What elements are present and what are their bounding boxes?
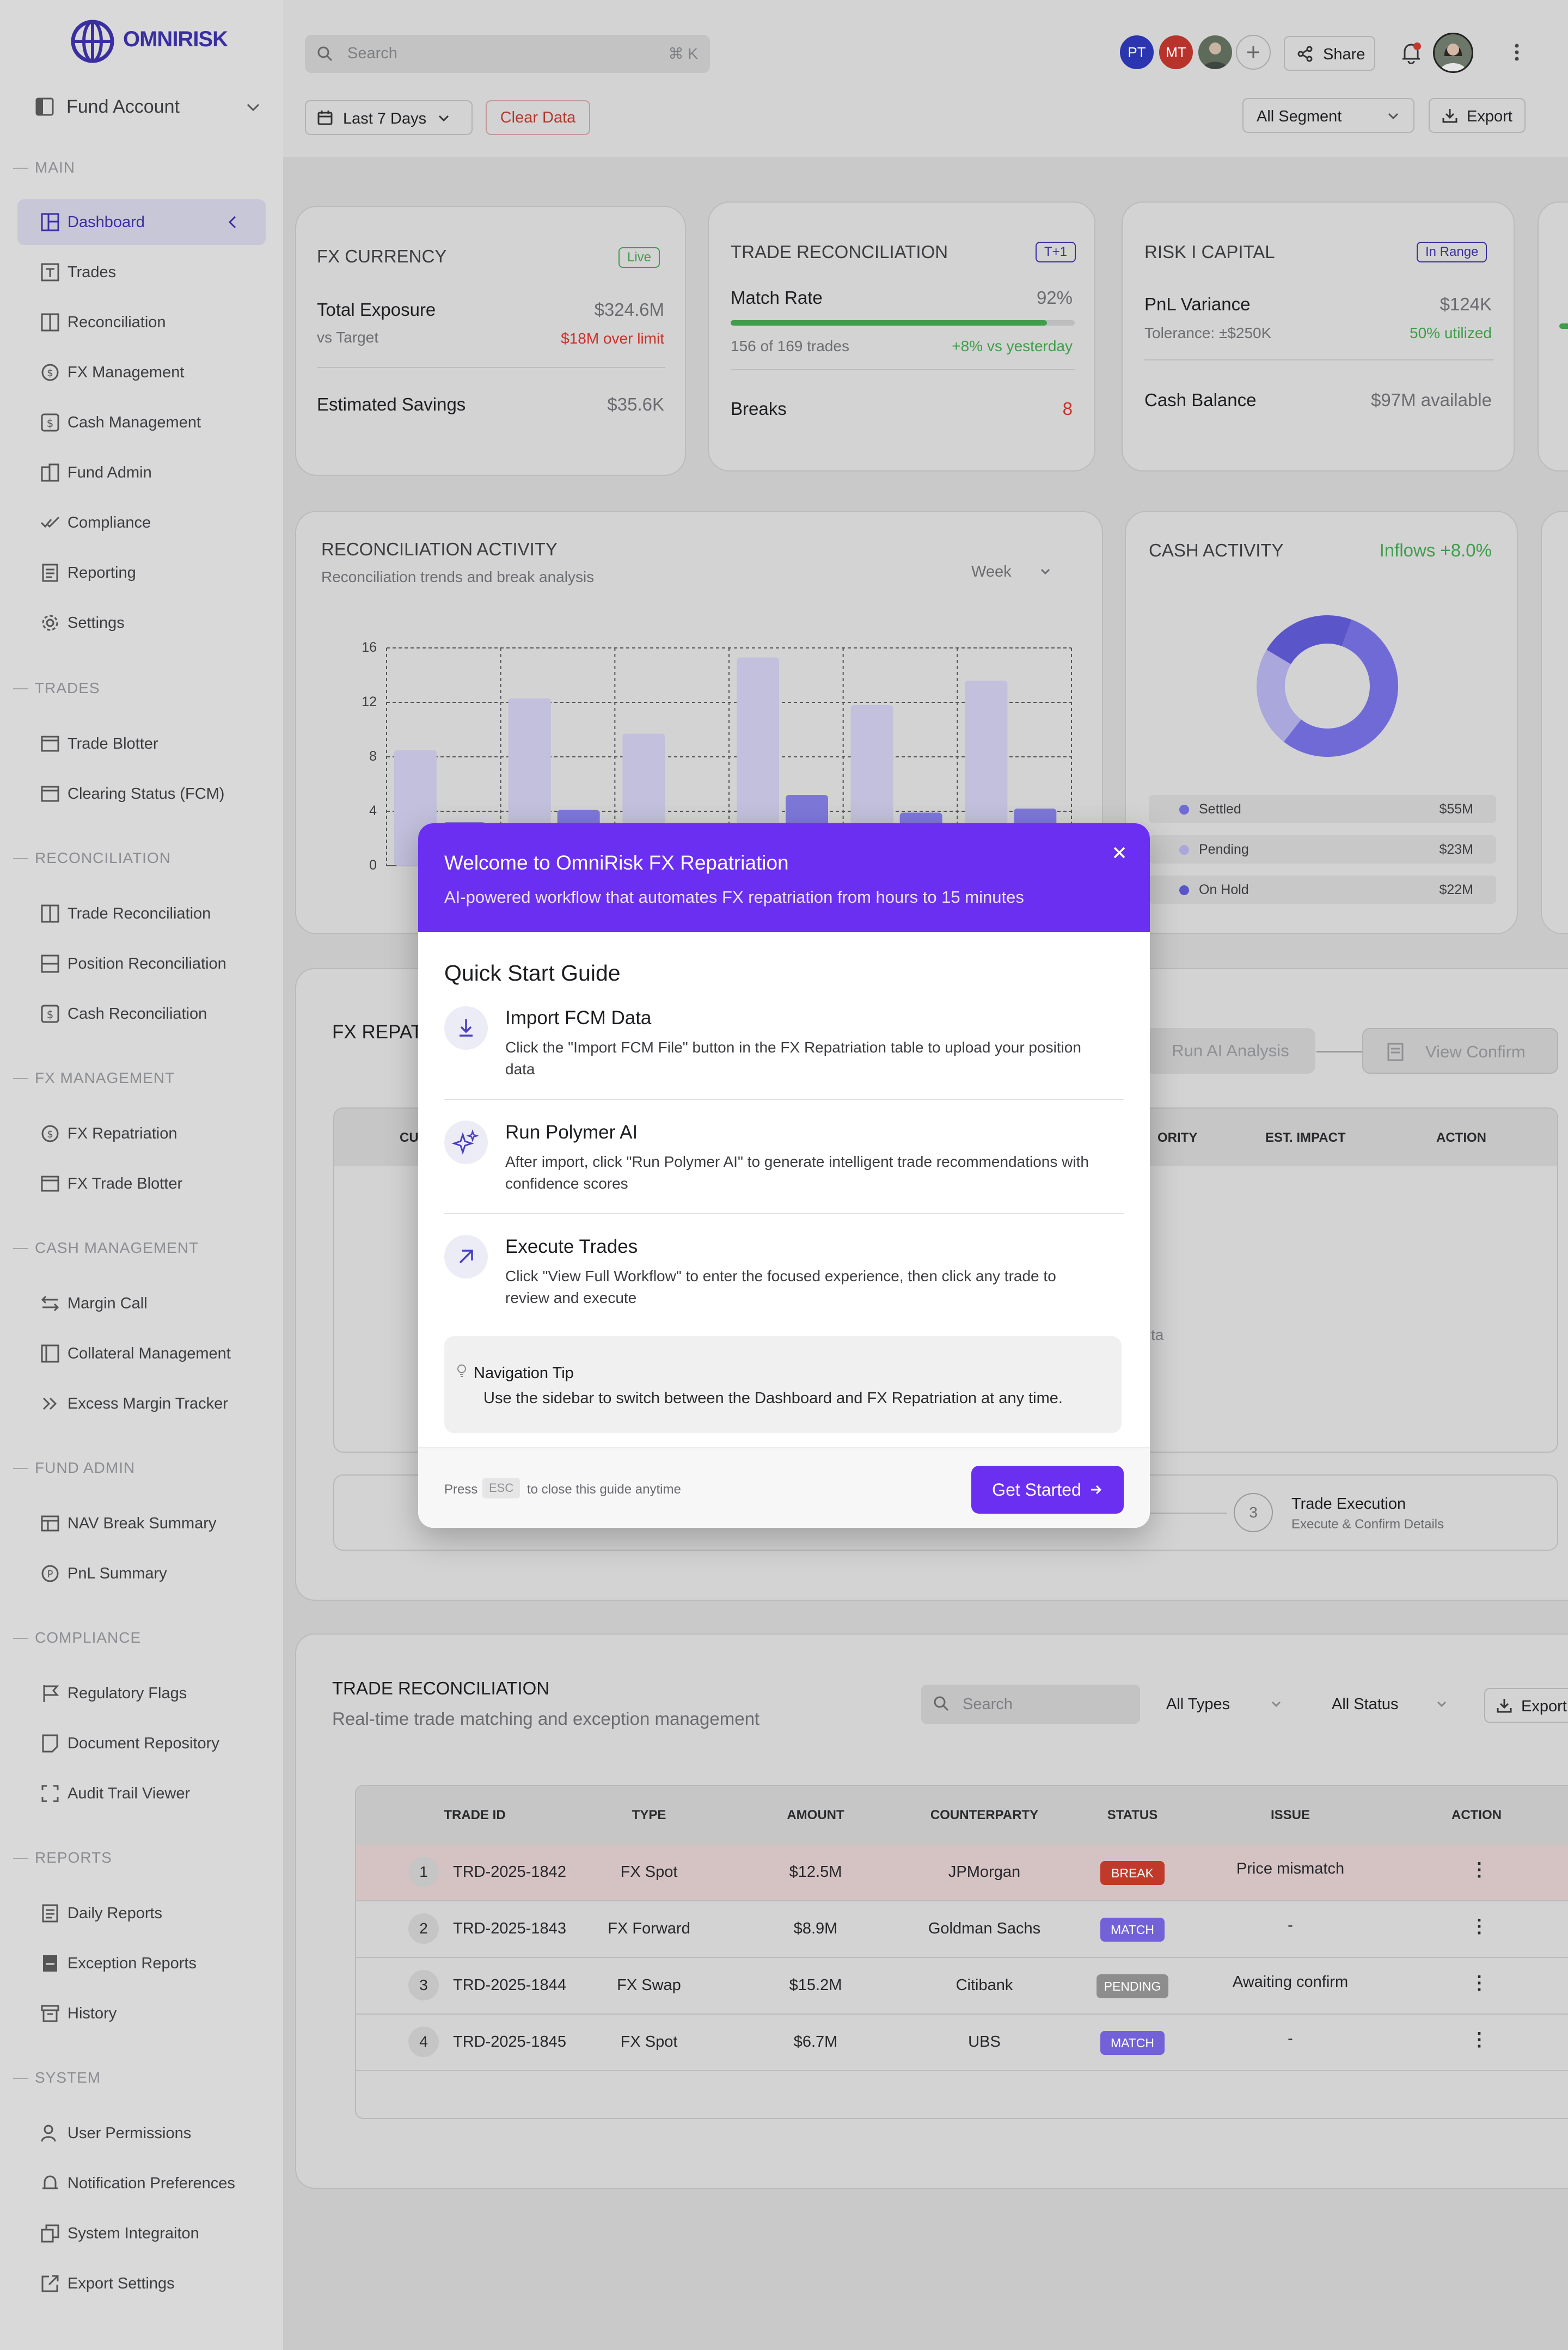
download-icon (444, 1006, 488, 1050)
divider (444, 1099, 1124, 1100)
divider (444, 1213, 1124, 1214)
get-started-label: Get Started (992, 1479, 1081, 1500)
step-desc-run-ai: After import, click "Run Polymer AI" to … (505, 1153, 1089, 1192)
modal-title: Welcome to OmniRisk FX Repatriation (444, 852, 789, 874)
sparkles-icon (444, 1121, 488, 1164)
tip-text: Use the sidebar to switch between the Da… (483, 1390, 1063, 1407)
esc-key-badge: ESC (482, 1478, 520, 1498)
press-text: Press (444, 1482, 478, 1497)
step-desc-execute: Click "View Full Workflow" to enter the … (505, 1268, 1056, 1306)
arrow-right-icon (1089, 1483, 1103, 1497)
step-desc-import: Click the "Import FCM File" button in th… (505, 1039, 1081, 1078)
get-started-button[interactable]: Get Started (971, 1466, 1124, 1514)
modal-footer: Press ESC to close this guide anytime Ge… (418, 1447, 1150, 1528)
lightbulb-icon (456, 1363, 467, 1379)
tip-title: Navigation Tip (474, 1364, 574, 1382)
close-icon[interactable] (1108, 842, 1130, 864)
arrow-up-right-icon (444, 1235, 488, 1278)
step-title-execute: Execute Trades (505, 1236, 638, 1257)
welcome-modal: Welcome to OmniRisk FX Repatriation AI-p… (418, 823, 1150, 1528)
navigation-tip: Navigation Tip Use the sidebar to switch… (444, 1336, 1122, 1433)
step-title-run-ai: Run Polymer AI (505, 1122, 638, 1143)
modal-header: Welcome to OmniRisk FX Repatriation AI-p… (418, 823, 1150, 932)
modal-subtitle: AI-powered workflow that automates FX re… (444, 888, 1024, 907)
guide-title: Quick Start Guide (444, 960, 621, 986)
step-title-import: Import FCM Data (505, 1007, 652, 1029)
press-suffix-text: to close this guide anytime (527, 1482, 681, 1497)
